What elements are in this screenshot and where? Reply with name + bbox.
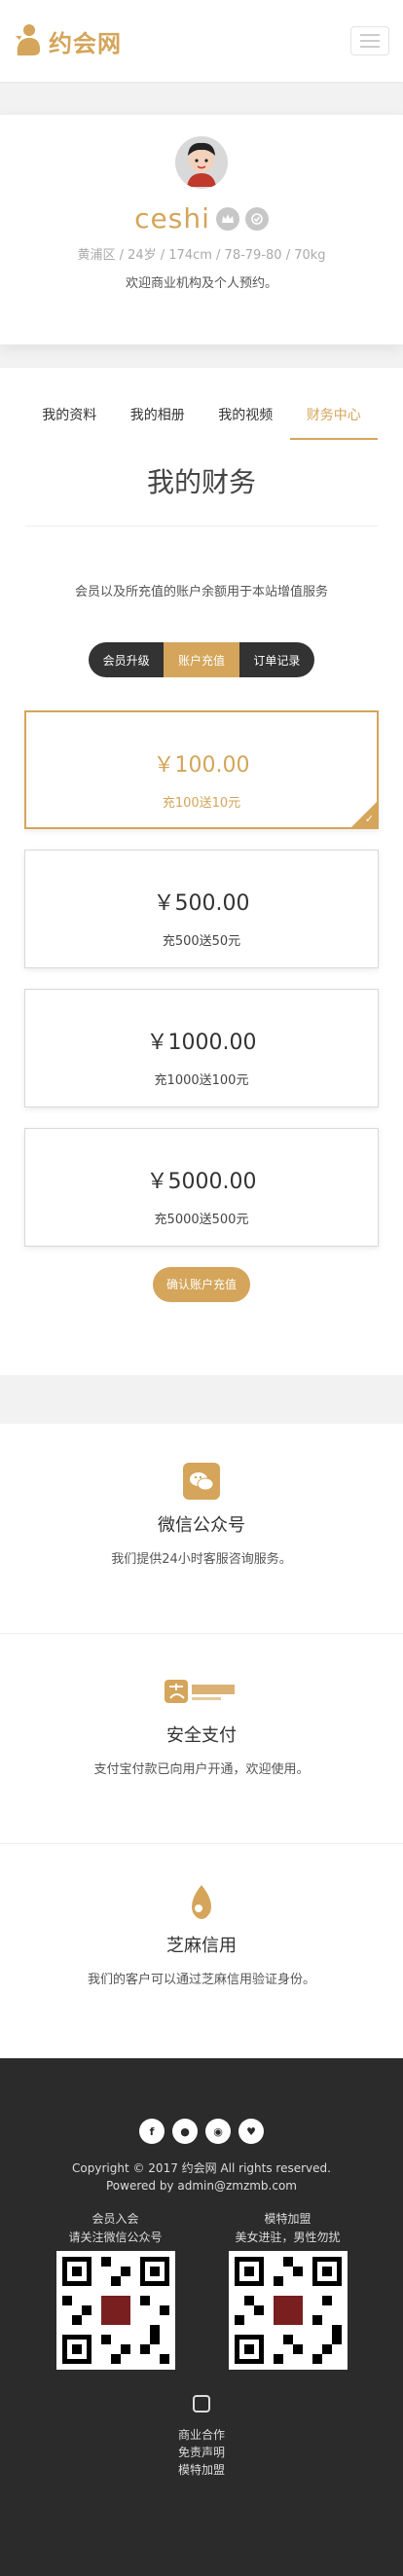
confirm-recharge-button[interactable]: 确认账户充值: [153, 1267, 250, 1302]
facebook-icon[interactable]: f: [139, 2119, 165, 2144]
tab-finance-center[interactable]: 财务中心: [289, 395, 378, 440]
segment-account-recharge[interactable]: 账户充值: [164, 642, 239, 677]
recharge-options: ￥100.00 充100送10元 ✓ ￥500.00 充500送50元 ￥100…: [0, 710, 403, 1247]
feature-title: 芝麻信用: [166, 1936, 237, 1956]
crown-icon: [215, 206, 239, 231]
verified-icon: [244, 206, 269, 231]
powered-by-text: Powered by admin@zmzmb.com: [105, 2179, 297, 2193]
recharge-bonus: 充1000送100元: [154, 1073, 249, 1088]
alipay-icon: [163, 1673, 240, 1710]
recharge-bonus: 充500送50元: [162, 934, 241, 949]
profile-bio: 欢迎商业机构及个人预约。: [125, 276, 277, 291]
segment-order-records[interactable]: 订单记录: [239, 642, 314, 677]
recharge-bonus: 充100送10元: [162, 796, 241, 811]
recharge-amount: ￥1000.00: [146, 1031, 257, 1055]
sesame-credit-icon: [183, 1883, 220, 1920]
qr-title: 模特加盟: [264, 2212, 311, 2226]
feature-payment: 安全支付 支付宝付款已向用户开通，欢迎使用。: [0, 1634, 403, 1844]
profile-stats: 黄浦区 / 24岁 / 174cm / 78-79-80 / 70kg: [77, 248, 326, 263]
profile-card: ceshi 黄浦区 / 24岁 / 174cm / 78-79-80 / 70k…: [0, 115, 403, 345]
finance-segment-control: 会员升级 账户充值 订单记录: [89, 642, 314, 677]
feature-description: 我们提供24小时客服咨询服务。: [111, 1552, 292, 1567]
tab-my-videos[interactable]: 我的视频: [202, 395, 290, 440]
finance-description: 会员以及所充值的账户余额用于本站增值服务: [74, 585, 328, 599]
feature-description: 支付宝付款已向用户开通，欢迎使用。: [93, 1762, 310, 1777]
footer-link-disclaimer[interactable]: 免责声明: [0, 2444, 403, 2461]
weibo-icon[interactable]: ●: [172, 2119, 198, 2144]
finance-panel: 我的资料 我的相册 我的视频 财务中心 我的财务 会员以及所充值的账户余额用于本…: [0, 368, 403, 1375]
recharge-option-card[interactable]: ￥5000.00 充5000送500元: [24, 1128, 379, 1247]
tab-my-profile[interactable]: 我的资料: [25, 395, 114, 440]
recharge-amount: ￥500.00: [153, 891, 250, 916]
feature-sesame-credit: 芝麻信用 我们的客户可以通过芝麻信用验证身份。: [0, 1844, 403, 2054]
wechat-icon: [183, 1463, 220, 1500]
wechat-icon[interactable]: ◉: [205, 2119, 231, 2144]
recharge-bonus: 充5000送500元: [154, 1213, 249, 1227]
feature-description: 我们的客户可以通过芝麻信用验证身份。: [87, 1973, 315, 1987]
features-section: 微信公众号 我们提供24小时客服咨询服务。 安全支付 支付宝付款已向用户开通，欢…: [0, 1424, 403, 2058]
recharge-amount: ￥5000.00: [146, 1170, 257, 1194]
qr-code-image: [228, 2251, 348, 2370]
profile-tabs: 我的资料 我的相册 我的视频 财务中心: [0, 395, 403, 440]
feature-title: 微信公众号: [158, 1515, 245, 1536]
footer-link-business[interactable]: 商业合作: [0, 2426, 403, 2444]
qr-block-model-join: 模特加盟 美女进驻，男性勿扰: [225, 2210, 351, 2370]
segment-member-upgrade[interactable]: 会员升级: [89, 642, 164, 677]
footer-logo-icon: [193, 2395, 210, 2413]
qr-title: 会员入会: [92, 2212, 139, 2226]
site-logo[interactable]: 约会网: [14, 22, 122, 59]
recharge-option-card[interactable]: ￥100.00 充100送10元 ✓: [24, 710, 379, 829]
feature-wechat: 微信公众号 我们提供24小时客服咨询服务。: [0, 1424, 403, 1634]
recharge-amount: ￥100.00: [153, 753, 250, 778]
check-icon: ✓: [364, 813, 374, 825]
hamburger-menu-button[interactable]: [350, 26, 389, 55]
footer-link-model-join[interactable]: 模特加盟: [0, 2461, 403, 2479]
copyright-text: Copyright © 2017 约会网 All rights reserved…: [72, 2161, 331, 2175]
qr-code-image: [55, 2251, 175, 2370]
profile-name: ceshi: [134, 202, 210, 235]
tab-my-album[interactable]: 我的相册: [114, 395, 202, 440]
qr-block-membership: 会员入会 请关注微信公众号: [53, 2210, 179, 2370]
qr-subtitle: 美女进驻，男性勿扰: [235, 2231, 341, 2244]
avatar[interactable]: [175, 136, 228, 189]
site-footer: f ● ◉ ♥ Copyright © 2017 约会网 All rights …: [0, 2058, 403, 2576]
qr-subtitle: 请关注微信公众号: [68, 2231, 163, 2244]
top-bar: 约会网: [0, 0, 403, 82]
twitter-icon[interactable]: ♥: [238, 2119, 264, 2144]
feature-title: 安全支付: [166, 1725, 237, 1746]
logo-text: 约会网: [49, 29, 122, 57]
page-title: 我的财务: [146, 466, 256, 498]
social-links: f ● ◉ ♥: [0, 2119, 403, 2144]
logo-icon: [14, 22, 43, 59]
recharge-option-card[interactable]: ￥500.00 充500送50元: [24, 850, 379, 968]
recharge-option-card[interactable]: ￥1000.00 充1000送100元: [24, 989, 379, 1107]
